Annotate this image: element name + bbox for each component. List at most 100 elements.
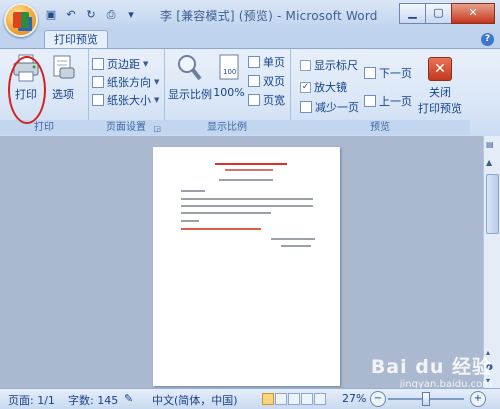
options-button[interactable]: 选项 (46, 53, 80, 102)
maximize-button[interactable]: ▢ (425, 3, 452, 24)
zoom-out-icon[interactable]: − (370, 391, 386, 407)
doc-line (181, 198, 313, 200)
doc-line (181, 190, 205, 192)
doc-line (181, 220, 199, 222)
quick-access-toolbar: ▣ ↶ ↻ ⎙ ▾ (44, 6, 138, 24)
prev-page-icon (364, 95, 376, 107)
ruler-toggle-icon[interactable]: ▤ (486, 140, 494, 149)
word-count-status[interactable]: 字数: 145 (68, 392, 118, 408)
margins-label: 页边距 (107, 58, 140, 71)
magnifier-checkbox[interactable]: ✓ 放大镜 (300, 79, 347, 95)
print-qat-icon[interactable]: ⎙ (104, 8, 118, 22)
status-bar: 页面: 1/1 字数: 145 ✎ 中文(简体，中国) 27% − + (0, 388, 500, 409)
ribbon: 打印 选项 打印 页边距 ▼ 纸张方向 ▼ 纸张大小 ▼ 页面设置 ◲ 显示比例… (0, 48, 500, 137)
chevron-down-icon: ▼ (154, 96, 160, 104)
one-page-label: 单页 (263, 56, 285, 69)
zoom-button[interactable]: 显示比例 (168, 53, 212, 102)
document-page-preview[interactable] (153, 147, 340, 386)
show-ruler-label: 显示标尺 (314, 59, 358, 72)
ruler-checkbox-box[interactable] (300, 59, 311, 71)
view-buttons (262, 393, 327, 408)
close-window-button[interactable]: ✕ (451, 3, 495, 24)
shrink-page-icon (300, 101, 312, 113)
next-page-icon (364, 67, 376, 79)
doc-signature-line (271, 238, 315, 240)
vertical-scrollbar[interactable]: ▤ ▲ ▴ ● ▾ (483, 136, 500, 388)
outline-view-icon[interactable] (301, 393, 313, 405)
close-preview-icon: ✕ (428, 57, 452, 81)
group-print-label: 打印 (0, 120, 88, 135)
magnifier-checkbox-box[interactable]: ✓ (300, 81, 311, 93)
paper-size-button[interactable]: 纸张大小 ▼ (92, 92, 159, 108)
watermark-line-1: Bai du 经验 (370, 356, 492, 378)
highlight-circle (8, 56, 46, 124)
language-status[interactable]: 中文(简体，中国) (152, 392, 238, 408)
prev-page-label: 上一页 (379, 95, 412, 108)
two-pages-label: 双页 (263, 75, 285, 88)
tab-print-preview[interactable]: 打印预览 (44, 30, 108, 49)
next-page-button[interactable]: 下一页 (364, 65, 412, 81)
orientation-icon (92, 76, 104, 88)
group-preview-label: 预览 (290, 120, 470, 135)
group-page-setup: 页边距 ▼ 纸张方向 ▼ 纸张大小 ▼ 页面设置 ◲ (88, 49, 165, 135)
window-title: 李 [兼容模式] (预览) - Microsoft Word (160, 9, 378, 23)
margins-button[interactable]: 页边距 ▼ (92, 56, 148, 72)
zoom-button-label: 显示比例 (168, 88, 212, 101)
two-pages-button[interactable]: 双页 (248, 73, 285, 89)
minimize-button[interactable]: ▁ (399, 3, 426, 24)
magnifier-label: 放大镜 (314, 81, 347, 94)
doc-signature-date-line (281, 245, 311, 247)
window-controls: ▁ ▢ ✕ (399, 3, 495, 24)
scrollbar-thumb[interactable] (486, 174, 499, 234)
options-button-label: 选项 (52, 88, 74, 101)
close-preview-button[interactable]: ✕ 关闭 打印预览 (416, 53, 464, 116)
chevron-down-icon: ▼ (154, 78, 160, 86)
zoom-slider-knob[interactable] (422, 392, 430, 406)
scroll-up-icon[interactable]: ▲ (486, 158, 492, 167)
shrink-one-page-button[interactable]: 减少一页 (300, 99, 359, 115)
paper-size-label: 纸张大小 (107, 94, 151, 107)
help-icon[interactable]: ? (481, 33, 494, 46)
qat-dropdown-icon[interactable]: ▾ (124, 8, 138, 22)
doc-line (181, 205, 313, 207)
redo-icon[interactable]: ↻ (84, 8, 98, 22)
undo-icon[interactable]: ↶ (64, 8, 78, 22)
doc-red-line (181, 228, 261, 230)
full-screen-view-icon[interactable] (275, 393, 287, 405)
office-button[interactable] (4, 3, 38, 37)
zoom-100-button[interactable]: 100 100% (212, 53, 246, 99)
page-width-button[interactable]: 页宽 (248, 92, 285, 108)
paper-size-icon (92, 94, 104, 106)
magnifier-icon (175, 53, 205, 83)
orientation-label: 纸张方向 (107, 76, 151, 89)
zoom-in-icon[interactable]: + (470, 391, 486, 407)
save-icon[interactable]: ▣ (44, 8, 58, 22)
doc-subtitle-line (225, 169, 273, 171)
page-width-icon (248, 94, 260, 106)
show-ruler-checkbox[interactable]: 显示标尺 (300, 57, 358, 73)
orientation-button[interactable]: 纸张方向 ▼ (92, 74, 159, 90)
group-preview: 显示标尺 ✓ 放大镜 减少一页 下一页 上一页 ✕ 关闭 打印预览 预览 (290, 49, 470, 135)
close-preview-label-2: 打印预览 (418, 102, 462, 115)
next-page-label: 下一页 (379, 67, 412, 80)
dialog-launcher-icon[interactable]: ◲ (153, 124, 161, 133)
doc-line (181, 212, 271, 214)
group-zoom-label: 显示比例 (164, 120, 290, 135)
one-page-icon (248, 56, 260, 68)
print-layout-view-icon[interactable] (262, 393, 274, 405)
zoom-100-label: 100% (213, 86, 245, 99)
doc-title-line (215, 163, 287, 165)
chevron-down-icon: ▼ (143, 60, 149, 68)
proofing-icon[interactable]: ✎ (124, 392, 133, 405)
margins-icon (92, 58, 104, 70)
prev-page-button[interactable]: 上一页 (364, 93, 412, 109)
web-layout-view-icon[interactable] (288, 393, 300, 405)
one-page-button[interactable]: 单页 (248, 54, 285, 70)
zoom-level-status[interactable]: 27% (342, 392, 366, 405)
svg-text:100: 100 (223, 68, 236, 76)
page-100-icon: 100 (214, 53, 244, 83)
page-count-status[interactable]: 页面: 1/1 (8, 392, 55, 408)
close-preview-label-1: 关闭 (429, 86, 451, 99)
draft-view-icon[interactable] (314, 393, 326, 405)
watermark: Bai du 经验 jingyan.baidu.com (371, 352, 492, 390)
